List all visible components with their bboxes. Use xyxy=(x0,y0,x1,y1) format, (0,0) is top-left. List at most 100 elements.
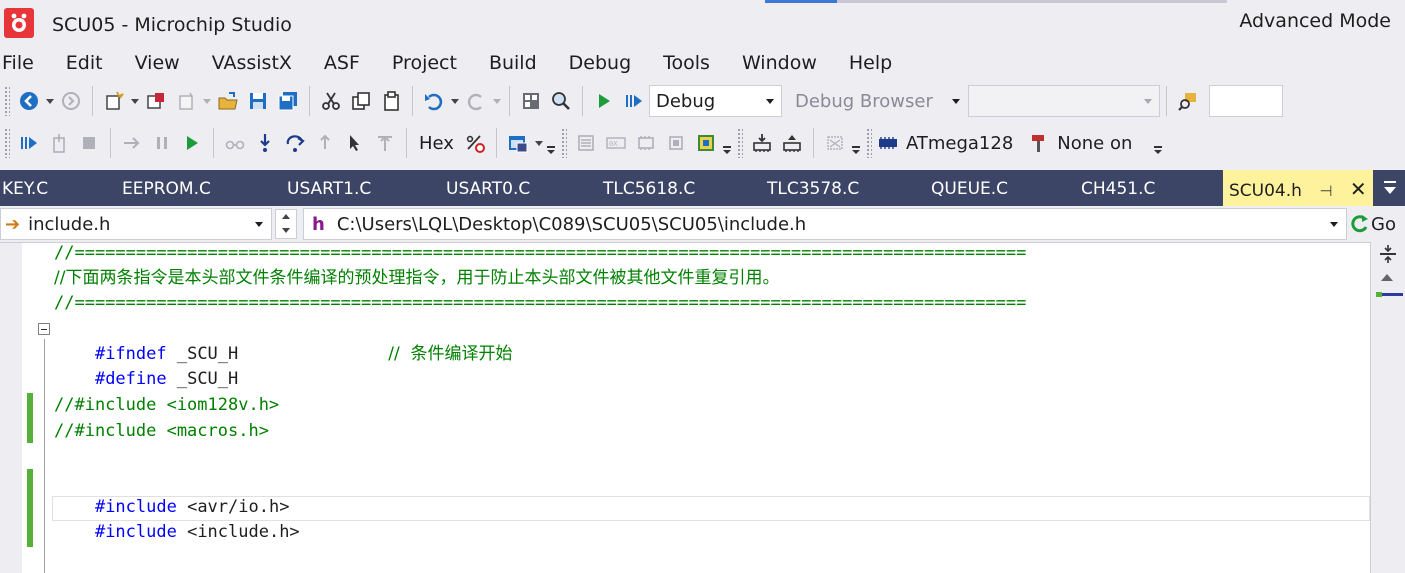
tab-scu04-h[interactable]: SCU04.h ⊣ ✕ xyxy=(1223,170,1373,206)
find-button[interactable] xyxy=(546,86,576,116)
menu-edit[interactable]: Edit xyxy=(50,48,119,78)
back-dropdown[interactable] xyxy=(44,86,56,116)
device-programming-button[interactable] xyxy=(747,128,777,158)
code-editor[interactable]: //======================================… xyxy=(0,242,1370,573)
start-debugging-button[interactable] xyxy=(589,86,619,116)
toolbar-grip[interactable] xyxy=(560,128,567,158)
debug-windows-dropdown[interactable] xyxy=(533,128,545,158)
redo-button[interactable] xyxy=(461,86,491,116)
tab-queue-c[interactable]: QUEUE.C xyxy=(931,170,1008,206)
tool-select-button[interactable] xyxy=(1027,128,1051,158)
tab-list-dropdown-icon[interactable] xyxy=(1383,180,1397,196)
menu-tools[interactable]: Tools xyxy=(647,48,726,78)
cut-button[interactable] xyxy=(316,86,346,116)
debug-browser-select[interactable]: Debug Browser xyxy=(788,85,968,117)
disassembly-button[interactable] xyxy=(571,128,601,158)
window-splitter-icon[interactable] xyxy=(1377,244,1399,264)
step-into-button[interactable] xyxy=(250,128,280,158)
open-file-button[interactable] xyxy=(213,86,243,116)
continue-button[interactable] xyxy=(177,128,207,158)
tab-usart0-c[interactable]: USART0.C xyxy=(446,170,530,206)
menu-vassistx[interactable]: VAssistX xyxy=(196,48,308,78)
microchip-logo-icon[interactable] xyxy=(4,8,34,38)
collapse-region-icon[interactable] xyxy=(38,323,50,335)
add-item-button[interactable] xyxy=(141,86,171,116)
navigate-back-button[interactable] xyxy=(14,86,44,116)
debug-windows-button[interactable] xyxy=(503,128,533,158)
toolbar-overflow[interactable] xyxy=(1152,128,1164,158)
io-view-button[interactable] xyxy=(691,128,721,158)
run-to-cursor-button[interactable] xyxy=(340,128,370,158)
tab-ch451-c[interactable]: CH451.C xyxy=(1081,170,1155,206)
device-select-button[interactable] xyxy=(876,128,900,158)
break-all-button[interactable] xyxy=(147,128,177,158)
menu-asf[interactable]: ASF xyxy=(308,48,376,78)
show-next-statement-button[interactable] xyxy=(117,128,147,158)
toolbar-overflow[interactable] xyxy=(721,128,733,158)
new-project-dropdown[interactable] xyxy=(129,86,141,116)
quick-watch-button[interactable] xyxy=(220,128,250,158)
step-over-button[interactable] xyxy=(280,128,310,158)
menu-debug[interactable]: Debug xyxy=(553,48,647,78)
menu-project[interactable]: Project xyxy=(376,48,473,78)
configuration-select[interactable]: Debug xyxy=(649,85,782,117)
undo-dropdown[interactable] xyxy=(449,86,461,116)
step-out-button[interactable] xyxy=(310,128,340,158)
start-without-debugging-button[interactable] xyxy=(619,86,649,116)
hex-toggle[interactable]: Hex xyxy=(413,133,460,154)
continue-debug-button[interactable] xyxy=(14,128,44,158)
save-all-button[interactable] xyxy=(273,86,303,116)
solution-explorer-button[interactable] xyxy=(516,86,546,116)
pin-icon[interactable]: ⊣ xyxy=(1319,172,1332,210)
navigate-forward-button[interactable] xyxy=(56,86,86,116)
redo-dropdown[interactable] xyxy=(491,86,503,116)
menu-window[interactable]: Window xyxy=(726,48,833,78)
reset-button[interactable] xyxy=(370,128,400,158)
toolbar-overflow[interactable] xyxy=(850,128,862,158)
device-pack-button[interactable] xyxy=(820,128,850,158)
scroll-up-arrow-icon[interactable] xyxy=(1381,274,1393,281)
indicator-margin[interactable] xyxy=(0,243,22,573)
toolbar-grip[interactable] xyxy=(4,86,10,116)
quick-search-input[interactable] xyxy=(1209,85,1283,117)
configuration-value: Debug xyxy=(656,90,716,112)
symbol-combo[interactable]: ➔ include.h xyxy=(0,208,272,240)
go-button[interactable]: Go xyxy=(1349,208,1405,240)
new-file-dropdown[interactable] xyxy=(201,86,213,116)
processor-view-button[interactable] xyxy=(661,128,691,158)
close-icon[interactable]: ✕ xyxy=(1350,170,1367,208)
tab-eeprom-c[interactable]: EEPROM.C xyxy=(122,170,211,206)
toolbar-overflow[interactable] xyxy=(545,128,557,158)
tab-tlc3578-c[interactable]: TLC3578.C xyxy=(767,170,859,206)
tool-label[interactable]: None on xyxy=(1051,133,1138,154)
menu-view[interactable]: View xyxy=(119,48,196,78)
toolbar-grip[interactable] xyxy=(865,128,872,158)
menu-help[interactable]: Help xyxy=(833,48,908,78)
new-file-button[interactable] xyxy=(171,86,201,116)
attach-device-button[interactable] xyxy=(44,128,74,158)
copy-button[interactable] xyxy=(346,86,376,116)
navigation-spinner[interactable] xyxy=(275,209,297,239)
find-in-files-button[interactable] xyxy=(1173,86,1203,116)
stop-debugging-button[interactable] xyxy=(74,128,104,158)
menu-build[interactable]: Build xyxy=(473,48,553,78)
tab-key-c[interactable]: KEY.C xyxy=(2,170,48,206)
program-device-button[interactable] xyxy=(777,128,807,158)
toolbar-grip[interactable] xyxy=(736,128,743,158)
tab-usart1-c[interactable]: USART1.C xyxy=(287,170,371,206)
paste-button[interactable] xyxy=(376,86,406,116)
toolbar-grip[interactable] xyxy=(4,128,10,158)
tab-tlc5618-c[interactable]: TLC5618.C xyxy=(603,170,695,206)
registers-button[interactable]: 0X xyxy=(601,128,631,158)
file-path-combo[interactable]: h C:\Users\LQL\Desktop\C089\SCU05\SCU05\… xyxy=(303,208,1347,240)
new-project-button[interactable] xyxy=(99,86,129,116)
disable-breakpoints-button[interactable] xyxy=(460,128,490,158)
mode-label[interactable]: Advanced Mode xyxy=(1239,10,1391,32)
menu-file[interactable]: File xyxy=(0,48,50,78)
memory-button[interactable] xyxy=(631,128,661,158)
device-label[interactable]: ATmega128 xyxy=(900,133,1019,154)
platform-select[interactable] xyxy=(968,85,1160,117)
undo-button[interactable] xyxy=(419,86,449,116)
vertical-scrollbar[interactable] xyxy=(1370,242,1405,573)
save-button[interactable] xyxy=(243,86,273,116)
